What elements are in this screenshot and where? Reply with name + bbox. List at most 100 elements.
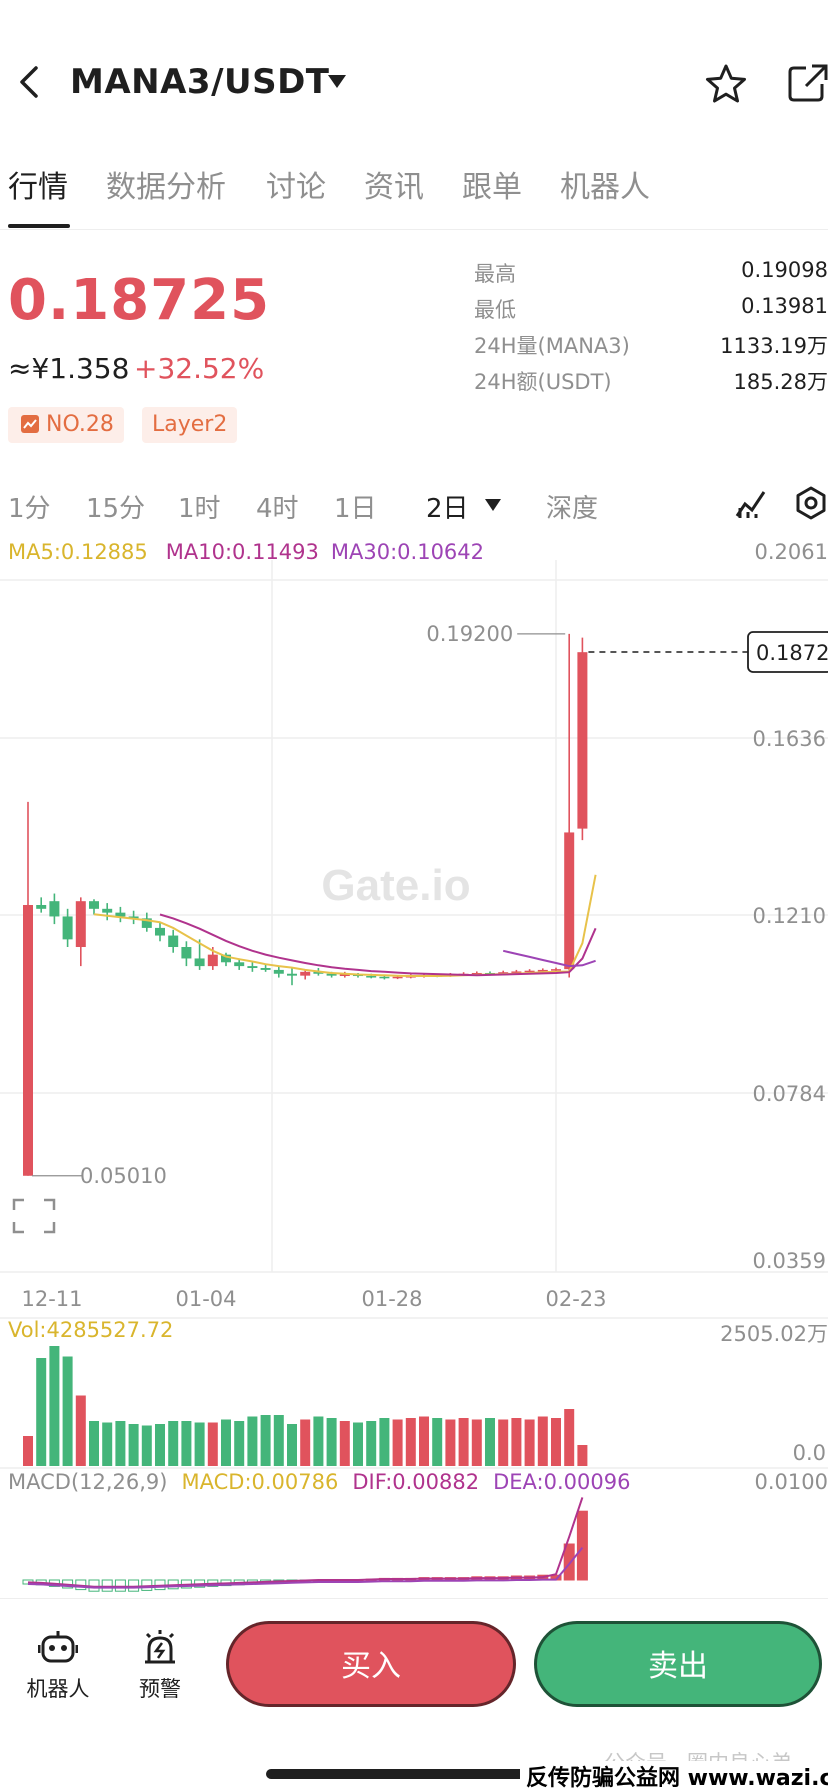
candle-body [49, 901, 60, 917]
candle-body [379, 976, 390, 979]
candlestick-chart[interactable]: Gate.io 0.1636 0.1210 0.0784 0.0359 12-11 01… [0, 560, 828, 1596]
candle-body [577, 652, 588, 829]
star-icon[interactable] [704, 62, 748, 106]
candle-body [181, 947, 192, 959]
dea-value: DEA:0.00096 [493, 1470, 631, 1494]
alarm-icon [145, 1630, 175, 1664]
interval-1h[interactable]: 1时 [178, 488, 221, 525]
stat-low: 最低 0.13981 [474, 294, 828, 330]
volume-bar [313, 1416, 324, 1466]
share-icon[interactable] [786, 62, 828, 104]
pair-title[interactable]: MANA3/USDT [70, 62, 330, 102]
rank-chart-icon [21, 415, 39, 433]
volume-bar [102, 1422, 113, 1466]
tab-bots[interactable]: 机器人 [560, 162, 650, 206]
expand-icon-corner [12, 1198, 24, 1210]
interval-bar: 1分 15分 1时 4时 1日 2日 深度 [0, 482, 828, 526]
volume-bar [89, 1421, 99, 1466]
alert-tool[interactable]: 预警 [120, 1629, 200, 1703]
candle-body [102, 908, 113, 913]
tab-depth[interactable]: 深度 [546, 488, 598, 525]
high-label: 0.19200 [426, 622, 513, 646]
volume-bar [564, 1409, 575, 1466]
candle-body [260, 968, 271, 970]
volume-bar [194, 1422, 205, 1466]
interval-15m[interactable]: 15分 [86, 488, 145, 525]
candle-body [392, 976, 403, 979]
volume-bar [168, 1421, 179, 1466]
tab-bar: 行情 数据分析 讨论 资讯 跟单 机器人 [0, 158, 828, 230]
macd-bar [101, 1579, 113, 1592]
home-indicator [266, 1769, 562, 1779]
candle-body [273, 969, 284, 974]
stat-label: 最低 [474, 298, 516, 322]
volume-bar [432, 1418, 443, 1466]
candle-body [23, 905, 33, 1176]
candle-body [75, 901, 86, 948]
macd-bar [114, 1579, 126, 1592]
indicator-icon[interactable] [734, 486, 768, 520]
x-tick-label: 12-11 [21, 1287, 82, 1311]
volume-bar [326, 1418, 337, 1466]
macd-histogram [22, 1497, 588, 1592]
y-axis-labels: 0.1636 0.1210 0.0784 0.0359 [753, 727, 826, 1273]
y-tick-label: 0.1636 [753, 727, 826, 751]
volume-bar [353, 1422, 363, 1466]
volume-bar [234, 1421, 245, 1466]
volume-bar [247, 1416, 258, 1466]
tab-data-analysis[interactable]: 数据分析 [106, 162, 226, 206]
volume-bar [128, 1424, 139, 1466]
volume-bar [511, 1418, 522, 1466]
buy-button[interactable]: 买入 [226, 1621, 516, 1707]
sector-tag[interactable]: Layer2 [142, 407, 238, 443]
expand-icon [12, 1198, 56, 1234]
interval-4h[interactable]: 4时 [256, 488, 299, 525]
candle-body [155, 927, 165, 936]
y-tick-label: 0.1210 [753, 904, 826, 928]
chevron-down-icon[interactable] [326, 70, 348, 92]
candle-body [207, 954, 218, 967]
robot-icon [38, 1631, 78, 1663]
tab-discussion[interactable]: 讨论 [266, 162, 326, 206]
volume-bar [524, 1419, 535, 1466]
macd-max-label: 0.0100 [754, 1470, 828, 1494]
cny-price: ≈¥1.358 [8, 352, 130, 385]
volume-bar [471, 1419, 482, 1466]
volume-bars: 0.0 [23, 1346, 826, 1466]
bot-label: 机器人 [26, 1677, 90, 1701]
volume-bar [379, 1418, 390, 1466]
alert-label: 预警 [139, 1677, 181, 1701]
volume-max-label: 2505.02万 [720, 1322, 828, 1346]
back-arrow-icon[interactable] [14, 62, 44, 102]
bot-tool[interactable]: 机器人 [18, 1629, 98, 1703]
tab-copy-trading[interactable]: 跟单 [462, 162, 522, 206]
volume-bar [62, 1356, 73, 1466]
x-axis-labels: 12-11 01-04 01-28 02-23 [21, 1287, 606, 1311]
stat-label: 24H额(USDT) [474, 370, 612, 394]
volume-bar [445, 1419, 456, 1466]
candle-body [287, 973, 297, 976]
volume-bar [141, 1425, 152, 1466]
macd-value: MACD:0.00786 [181, 1470, 339, 1494]
interval-1d[interactable]: 1日 [334, 488, 377, 525]
expand-icon-corner [44, 1222, 56, 1234]
volume-bar [181, 1421, 192, 1466]
stat-volume: 24H量(MANA3) 1133.19万 [474, 330, 828, 366]
rank-badge[interactable]: NO.28 [8, 407, 124, 443]
macd-legend: MACD(12,26,9) MACD:0.00786 DIF:0.00882 DEA:… [8, 1470, 630, 1494]
expand-icon-corner [12, 1222, 24, 1234]
settings-icon[interactable] [794, 486, 828, 520]
tab-market[interactable]: 行情 [8, 162, 68, 206]
volume-bar [537, 1416, 548, 1466]
interval-2d[interactable]: 2日 [426, 488, 469, 525]
low-label: 0.05010 [80, 1164, 167, 1188]
candle-body [300, 971, 311, 976]
chevron-down-icon[interactable] [484, 498, 502, 512]
chart-annotations: 0.19200 0.05010 0.18725 [12, 622, 828, 1234]
tab-news[interactable]: 资讯 [364, 162, 424, 206]
volume-bar [155, 1424, 165, 1466]
current-price-label: 0.18725 [756, 641, 828, 665]
volume-bar [498, 1419, 509, 1466]
interval-1m[interactable]: 1分 [8, 488, 51, 525]
sell-button[interactable]: 卖出 [534, 1621, 822, 1707]
